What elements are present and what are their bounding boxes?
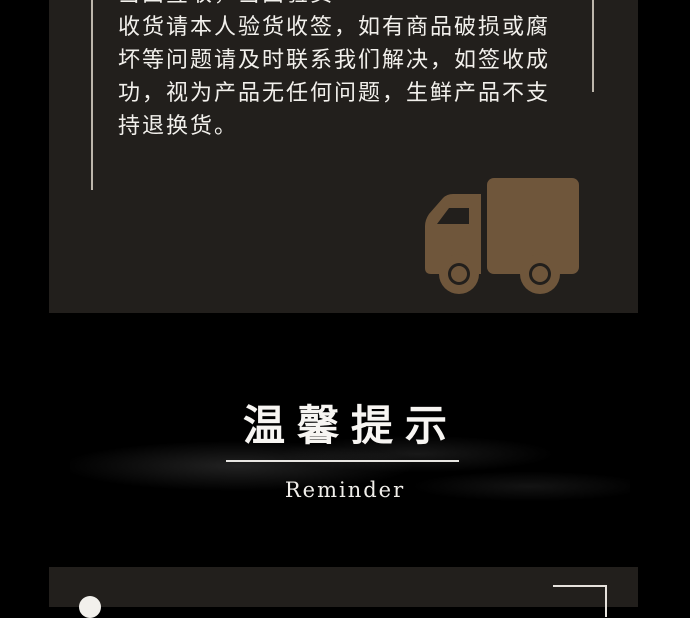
truck-icon [425, 178, 579, 294]
notice-line: 功，视为产品无任何问题，生鲜产品不支 [118, 81, 551, 106]
section-title: 温馨提示 [242, 401, 459, 450]
bullet-icon [79, 596, 101, 618]
notice-line: 收货请本人验货收签，如有商品破损或腐 [118, 15, 551, 40]
delivery-notice-text: 当面签收，当面验货 收货请本人验货收签，如有商品破损或腐 坏等问题请及时联系我们… [118, 0, 573, 143]
right-border-line [592, 0, 594, 92]
delivery-notice-card: 当面签收，当面验货 收货请本人验货收签，如有商品破损或腐 坏等问题请及时联系我们… [49, 0, 638, 313]
title-divider [226, 460, 459, 462]
corner-frame-decoration [553, 585, 607, 617]
section-subtitle: Reminder [284, 478, 406, 502]
reminder-card [49, 567, 638, 618]
left-border-line [91, 0, 93, 190]
notice-line: 当面签收，当面验货 [118, 0, 573, 11]
notice-line: 坏等问题请及时联系我们解决，如签收成 [118, 48, 551, 73]
notice-line: 持退换货。 [118, 114, 239, 139]
